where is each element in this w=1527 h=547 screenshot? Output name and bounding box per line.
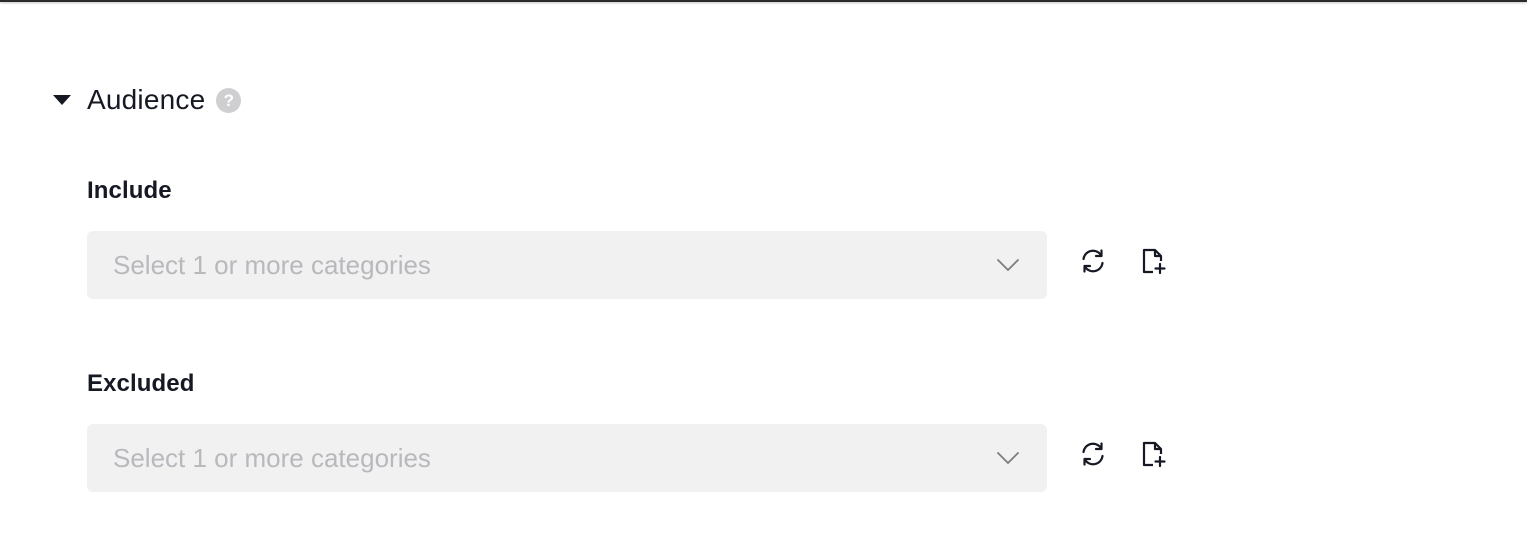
audience-section-header[interactable]: Audience ? bbox=[52, 82, 242, 118]
excluded-label: Excluded bbox=[87, 370, 195, 397]
include-select-placeholder: Select 1 or more categories bbox=[113, 249, 431, 280]
caret-down-icon[interactable] bbox=[52, 90, 72, 110]
excluded-category-select[interactable]: Select 1 or more categories bbox=[87, 424, 1047, 492]
excluded-refresh-icon[interactable] bbox=[1078, 439, 1108, 469]
include-refresh-icon[interactable] bbox=[1078, 246, 1108, 276]
section-title: Audience bbox=[87, 84, 206, 115]
excluded-file-add-icon[interactable] bbox=[1138, 439, 1168, 469]
include-file-add-icon[interactable] bbox=[1138, 246, 1168, 276]
excluded-select-placeholder: Select 1 or more categories bbox=[113, 442, 431, 473]
include-category-select[interactable]: Select 1 or more categories bbox=[87, 231, 1047, 299]
chevron-down-icon bbox=[995, 252, 1021, 278]
chevron-down-icon bbox=[995, 445, 1021, 471]
include-label: Include bbox=[87, 177, 172, 204]
question-circle-icon[interactable]: ? bbox=[216, 87, 242, 113]
top-divider bbox=[0, 0, 1527, 2]
